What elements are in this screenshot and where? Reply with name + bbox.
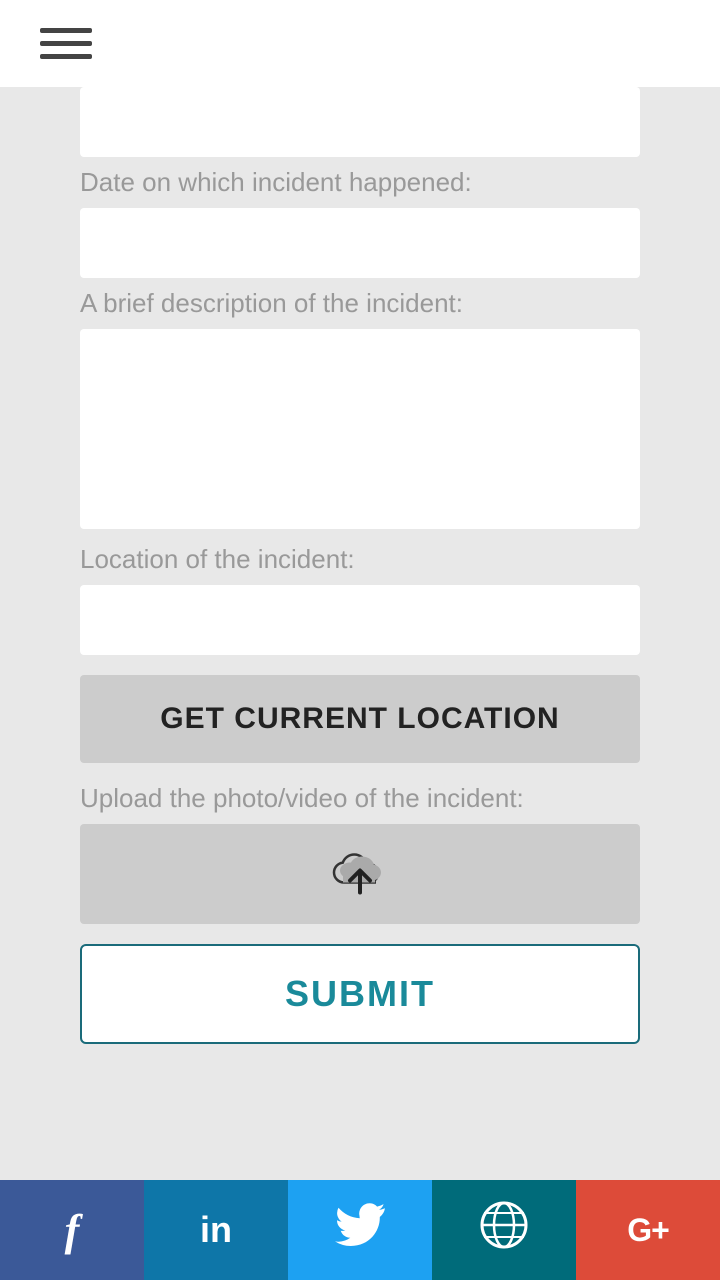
globe-icon bbox=[478, 1199, 530, 1262]
top-partial-field bbox=[80, 87, 640, 157]
date-field-group: Date on which incident happened: bbox=[80, 167, 640, 278]
form-container: Date on which incident happened: A brief… bbox=[0, 87, 720, 1184]
location-field-group: Location of the incident: bbox=[80, 544, 640, 655]
description-field-group: A brief description of the incident: bbox=[80, 288, 640, 534]
facebook-button[interactable]: f bbox=[0, 1180, 144, 1280]
facebook-icon: f bbox=[65, 1205, 80, 1256]
menu-button[interactable] bbox=[40, 28, 92, 59]
location-input[interactable] bbox=[80, 585, 640, 655]
date-label: Date on which incident happened: bbox=[80, 167, 640, 198]
header bbox=[0, 0, 720, 87]
upload-label: Upload the photo/video of the incident: bbox=[80, 783, 640, 814]
twitter-button[interactable] bbox=[288, 1180, 432, 1280]
social-footer: f in G+ bbox=[0, 1180, 720, 1280]
upload-icon bbox=[330, 842, 390, 907]
get-location-button[interactable]: GET CURRENT LOCATION bbox=[80, 675, 640, 763]
google-plus-icon: G+ bbox=[627, 1212, 669, 1249]
location-label: Location of the incident: bbox=[80, 544, 640, 575]
upload-area[interactable] bbox=[80, 824, 640, 924]
linkedin-button[interactable]: in bbox=[144, 1180, 288, 1280]
twitter-icon bbox=[335, 1203, 385, 1258]
linkedin-icon: in bbox=[200, 1209, 232, 1251]
description-label: A brief description of the incident: bbox=[80, 288, 640, 319]
date-input[interactable] bbox=[80, 208, 640, 278]
description-input[interactable] bbox=[80, 329, 640, 529]
google-plus-button[interactable]: G+ bbox=[576, 1180, 720, 1280]
submit-button[interactable]: SUBMIT bbox=[80, 944, 640, 1044]
web-button[interactable] bbox=[432, 1180, 576, 1280]
